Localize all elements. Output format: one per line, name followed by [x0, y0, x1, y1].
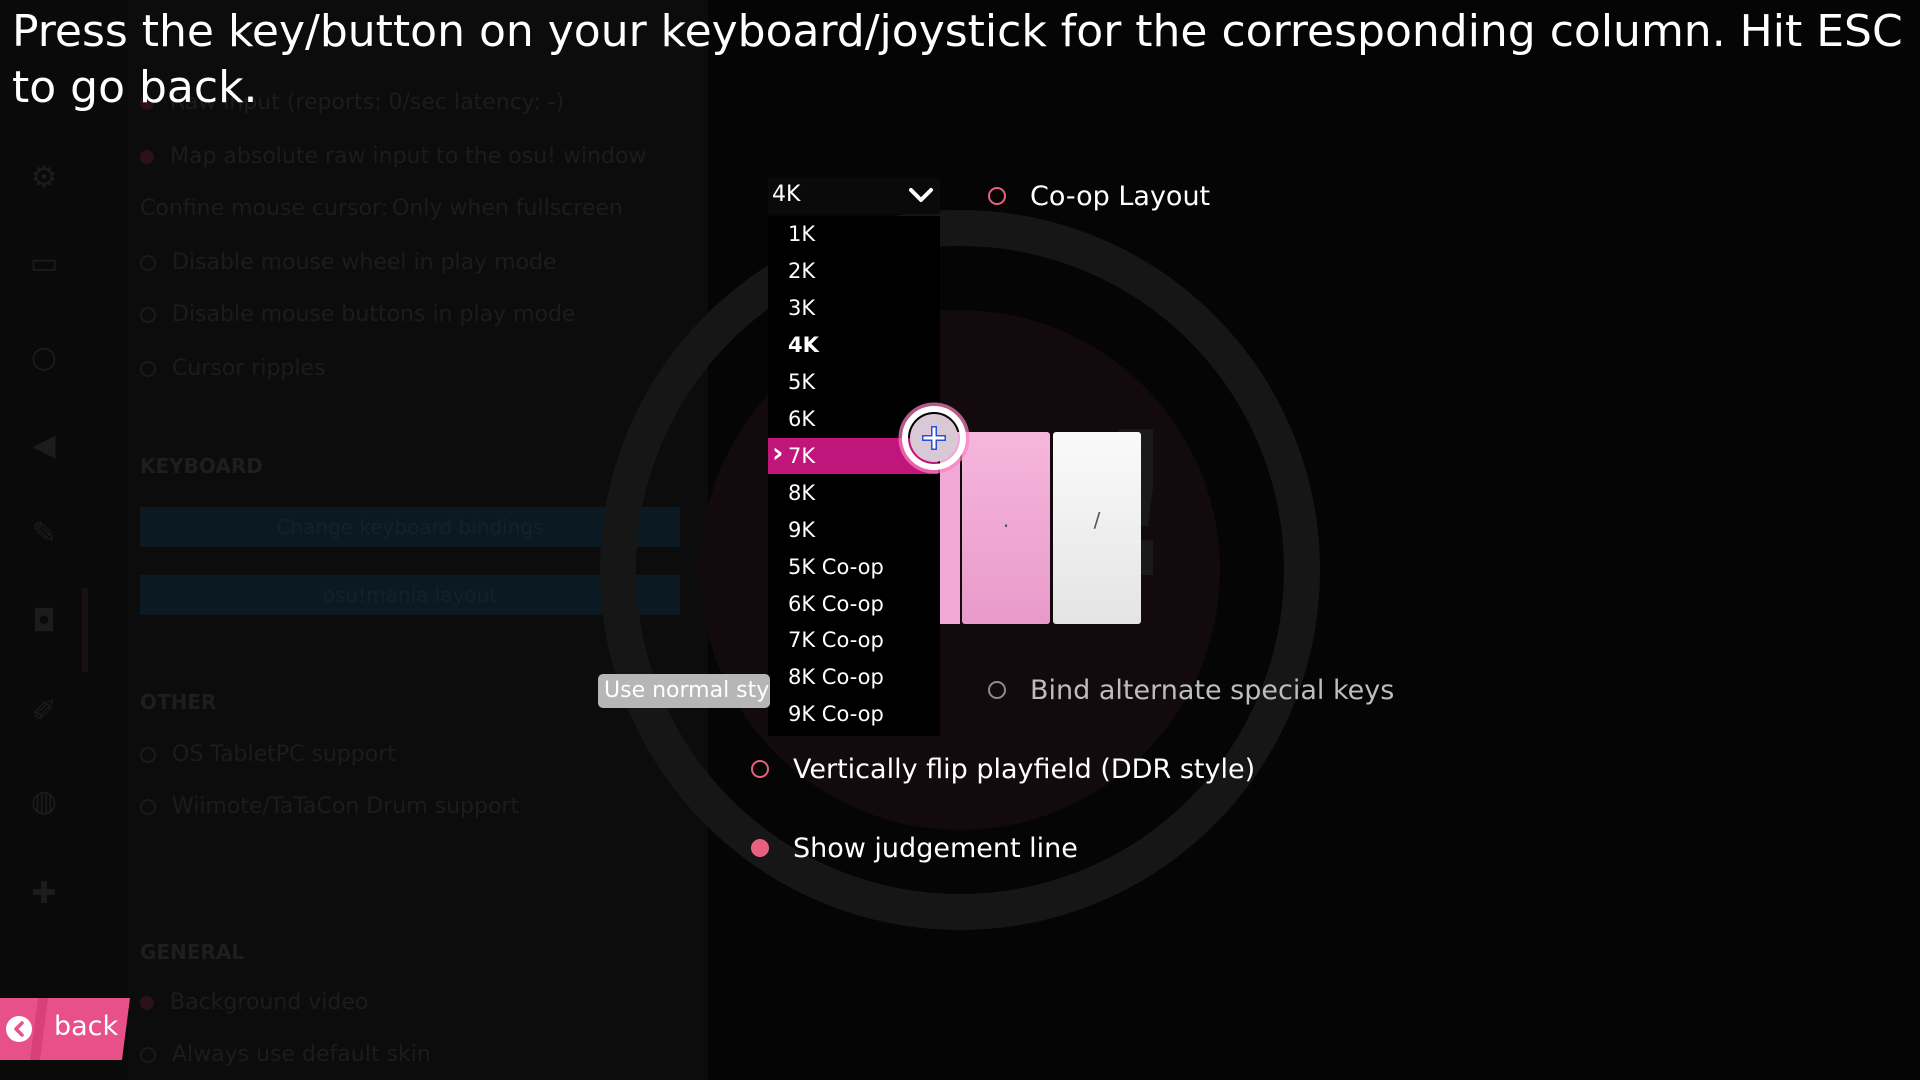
judgement-line-checkbox[interactable]	[751, 839, 769, 857]
coop-layout-checkbox[interactable]	[988, 187, 1006, 205]
bg-background-video: Background video	[140, 990, 368, 1015]
mania-column-white[interactable]: /	[1053, 432, 1141, 624]
speaker-icon: ◀	[32, 428, 56, 463]
bg-disable-buttons: Disable mouse buttons in play mode	[140, 302, 575, 327]
brush-icon: ✎	[31, 516, 57, 551]
key-layout-options: 1K 2K 3K 4K 5K 6K 7K 8K 9K 5K Co-op 6K C…	[768, 216, 940, 736]
back-button-label: back	[54, 1011, 119, 1042]
monitor-icon: ▭	[29, 246, 59, 281]
chevron-down-icon	[909, 188, 933, 202]
osu-cursor-icon	[898, 402, 970, 474]
bg-keyboard-heading: KEYBOARD	[140, 454, 263, 478]
pencil-icon: ✐	[31, 694, 57, 729]
background-settings: ⚙ ▭ ○ ◀ ✎ ◘ ✐ ◍ ✚ Raw input (reports: 0/…	[0, 0, 1920, 1080]
key-layout-dropdown[interactable]: 4K	[768, 178, 940, 214]
layout-option-1k[interactable]: 1K	[768, 216, 940, 252]
bg-wiimote-support: Wiimote/TaTaCon Drum support	[140, 794, 519, 819]
gear-icon: ⚙	[30, 160, 58, 195]
bind-alternate-checkbox[interactable]	[988, 681, 1006, 699]
key-layout-value: 4K	[772, 182, 801, 207]
settings-sidebar: ⚙ ▭ ○ ◀ ✎ ◘ ✐ ◍ ✚	[0, 0, 128, 1080]
column-style-dropdown[interactable]: Use normal sty	[598, 674, 770, 708]
bg-mania-layout: osu!mania layout	[140, 575, 680, 615]
bg-other-heading: OTHER	[140, 690, 217, 714]
layout-option-6k-coop[interactable]: 6K Co-op	[768, 586, 940, 622]
bg-disable-wheel: Disable mouse wheel in play mode	[140, 250, 557, 275]
bg-tablet-support: OS TabletPC support	[140, 742, 396, 767]
coop-layout-label: Co-op Layout	[1030, 181, 1211, 212]
layout-option-9k-coop[interactable]: 9K Co-op	[768, 696, 940, 732]
chevron-left-icon	[6, 1016, 32, 1042]
layout-option-9k[interactable]: 9K	[768, 512, 940, 548]
bg-confine-label: Confine mouse cursor:	[140, 196, 388, 221]
bg-confine-value: Only when fullscreen	[392, 196, 623, 221]
bg-map-absolute: Map absolute raw input to the osu! windo…	[140, 144, 646, 169]
vertical-flip-label: Vertically flip playfield (DDR style)	[793, 754, 1256, 785]
wrench-icon: ✚	[31, 876, 57, 911]
globe-icon: ◍	[30, 784, 58, 819]
bg-cursor-ripples: Cursor ripples	[140, 356, 326, 381]
layout-option-2k[interactable]: 2K	[768, 253, 940, 289]
layout-option-8k[interactable]: 8K	[768, 475, 940, 511]
mania-column-pink[interactable]: .	[962, 432, 1050, 624]
back-button[interactable]: back	[0, 998, 130, 1060]
bg-general-heading: GENERAL	[140, 940, 245, 964]
column-key-label: .	[1002, 508, 1010, 532]
circle-icon: ○	[30, 340, 58, 375]
column-key-label: /	[1093, 508, 1101, 532]
gamepad-icon: ◘	[32, 604, 56, 639]
layout-option-4k[interactable]: 4K	[768, 327, 940, 363]
layout-option-8k-coop[interactable]: 8K Co-op	[768, 659, 940, 695]
vertical-flip-checkbox[interactable]	[751, 760, 769, 778]
bg-default-skin: Always use default skin	[140, 1042, 431, 1067]
bg-change-bindings: Change keyboard bindings	[140, 507, 680, 547]
bind-alternate-label: Bind alternate special keys	[1030, 675, 1395, 706]
instructions-text: Press the key/button on your keyboard/jo…	[12, 6, 1903, 113]
layout-option-5k-coop[interactable]: 5K Co-op	[768, 549, 940, 585]
layout-option-3k[interactable]: 3K	[768, 290, 940, 326]
sidebar-selection-bar	[82, 588, 88, 672]
judgement-line-label: Show judgement line	[793, 833, 1078, 864]
layout-option-5k[interactable]: 5K	[768, 364, 940, 400]
layout-option-7k-coop[interactable]: 7K Co-op	[768, 622, 940, 658]
